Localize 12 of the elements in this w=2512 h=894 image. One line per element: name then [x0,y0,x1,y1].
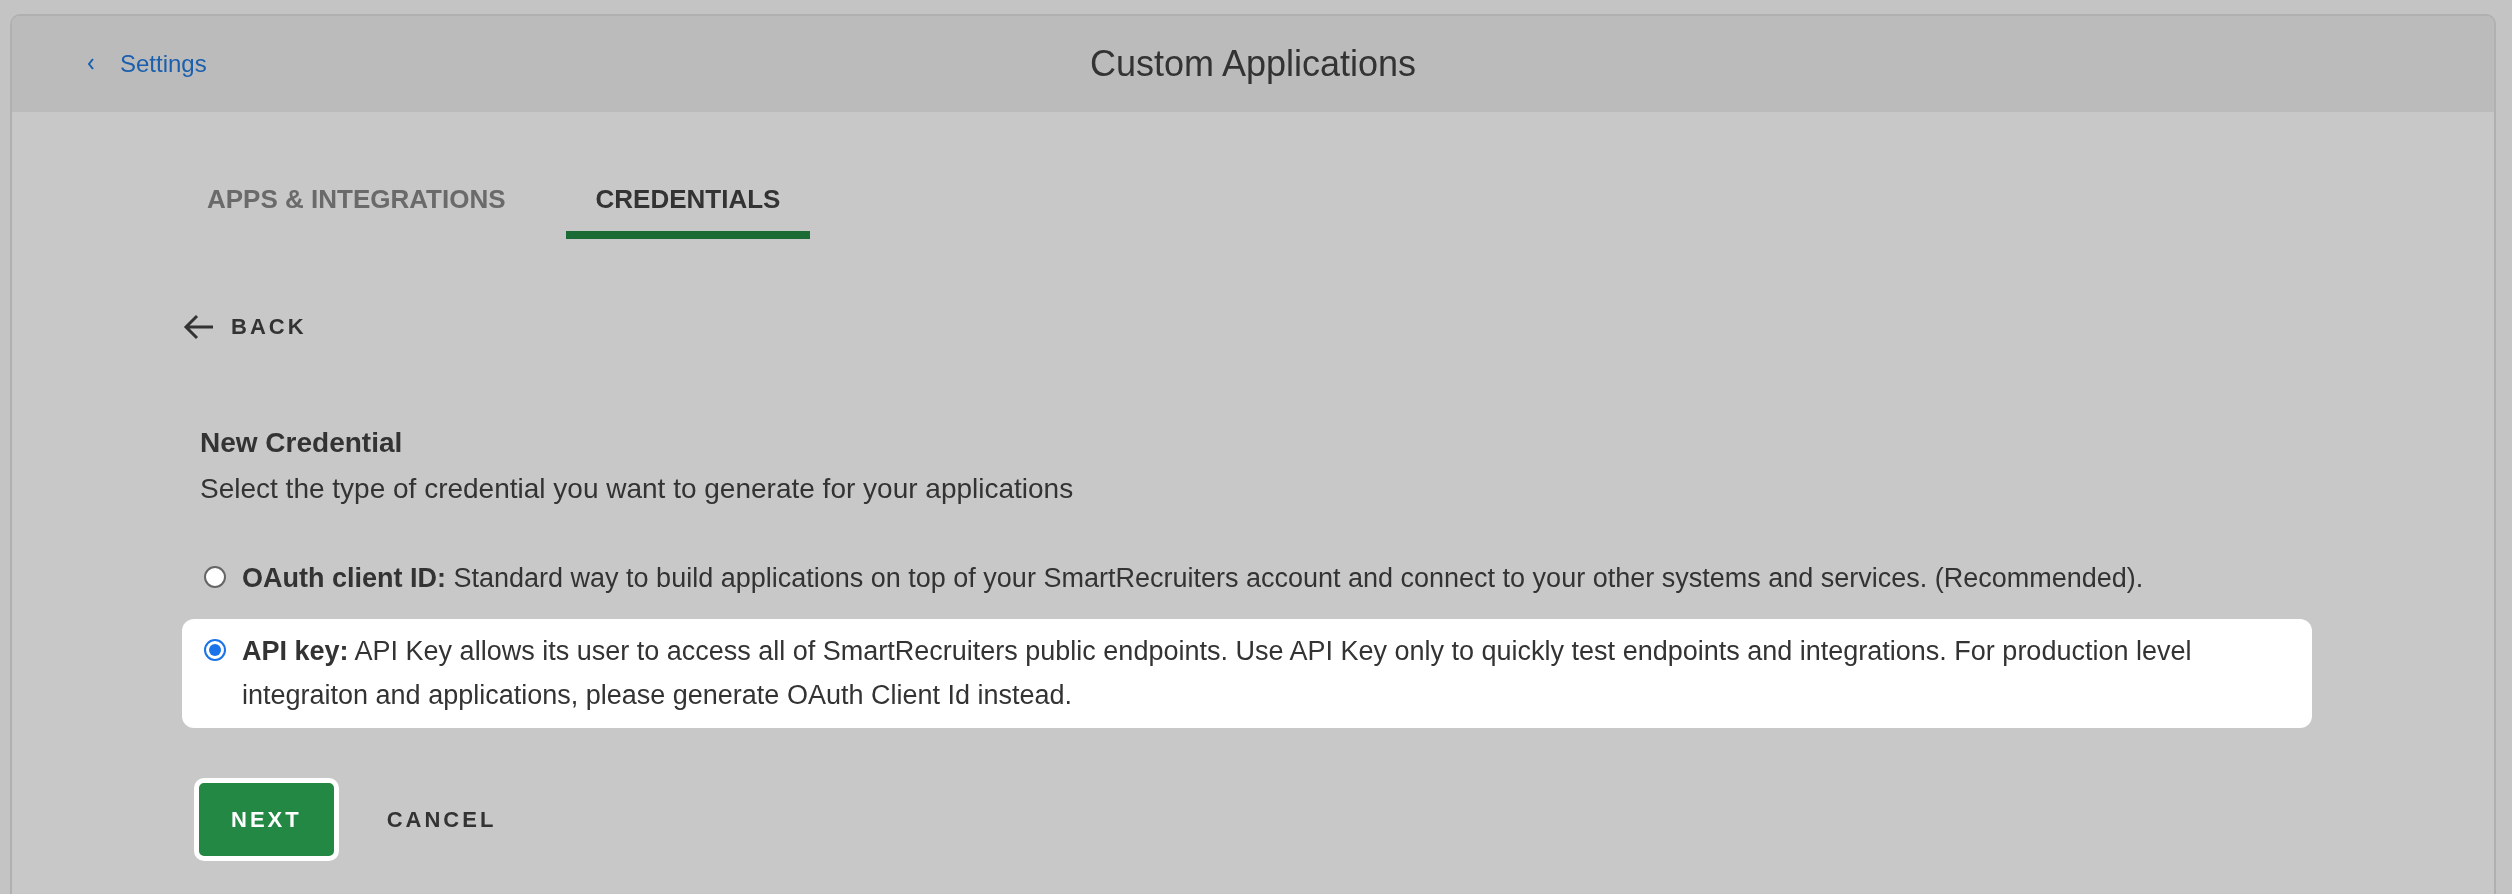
form-subtitle: Select the type of credential you want to generate for your applications [200,472,1075,506]
chevron-left-icon [86,56,96,72]
option-description: API key: API Key allows its user to access all of SmartRecruiters public endpoints. Use API Key only to quickly test endpoints and integrations. For production level integraiton and applications, please generate OAuth Client Id instead. [242,634,2193,713]
form-title: New Credential [200,426,404,460]
radio-button[interactable] [204,566,226,588]
back-button[interactable]: BACK [177,309,313,344]
option-description: OAuth client ID: Standard way to build applications on top of your SmartRecruiters account and connect to your other systems and services. (Recommended). [242,562,2144,595]
cancel-button[interactable]: CANCEL [354,782,529,856]
radio-button[interactable] [204,638,226,661]
tab[interactable]: CREDENTIALS [565,174,811,239]
window-title: Custom Applications [1089,42,1417,86]
next-button[interactable]: NEXT [194,777,339,861]
